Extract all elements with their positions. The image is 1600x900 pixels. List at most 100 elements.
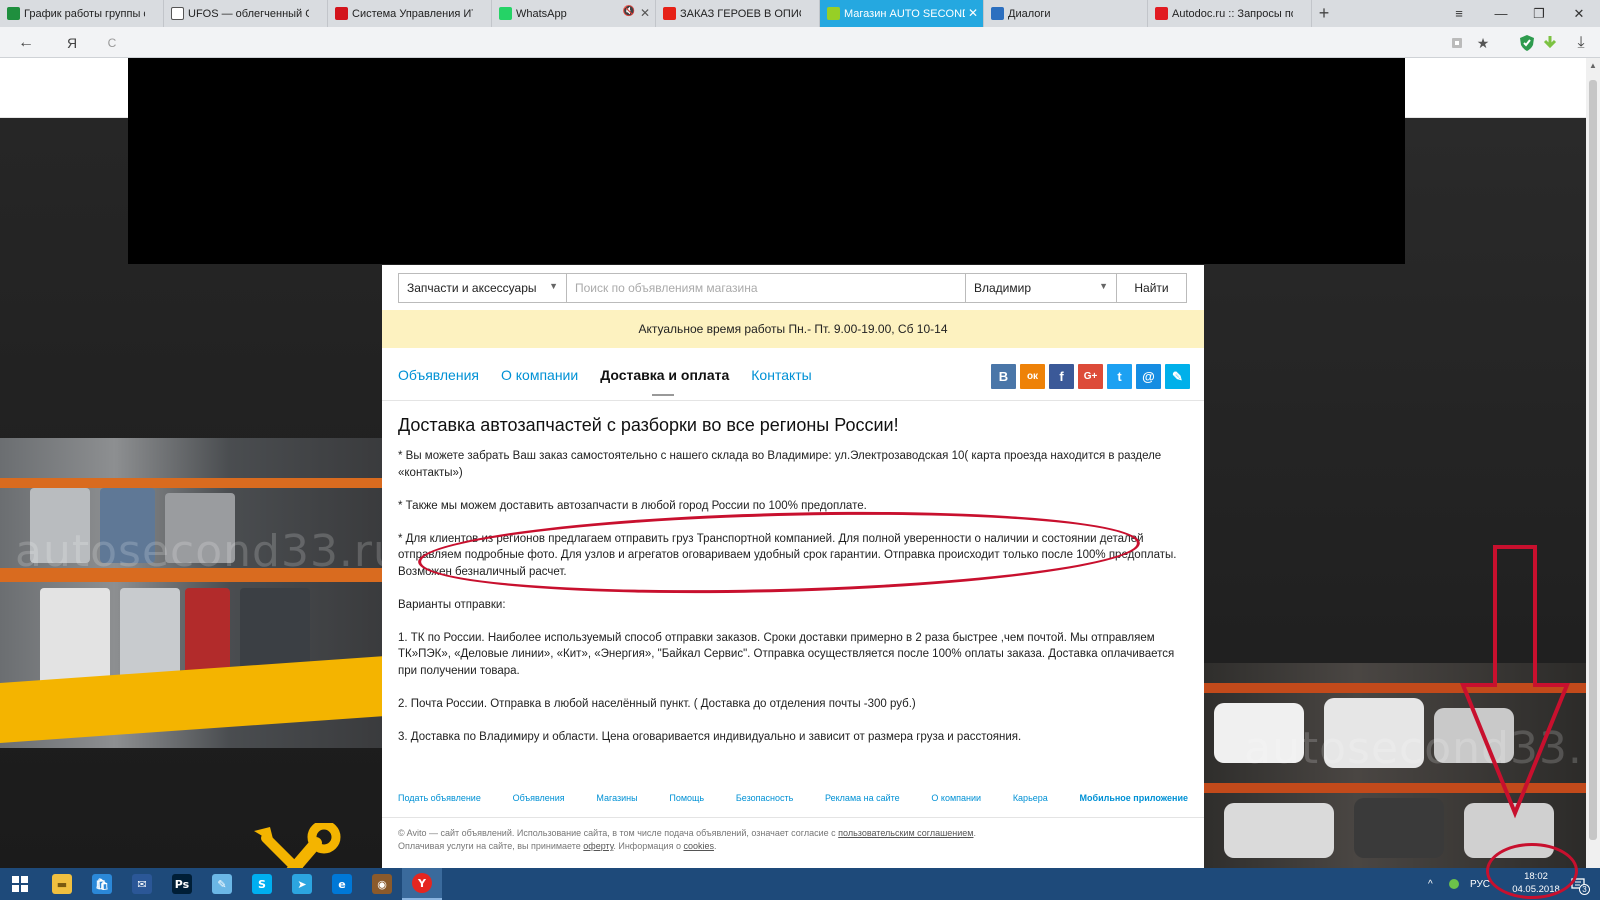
web-page: autosecond33.ru autosecond33.ru Запчасти… xyxy=(0,58,1586,868)
odnoklassniki-icon[interactable]: ок xyxy=(1020,364,1045,389)
browser-tab[interactable]: Диалоги xyxy=(984,0,1148,27)
footer-divider xyxy=(382,817,1204,818)
bookmark-star-icon[interactable]: ★ xyxy=(1473,32,1493,54)
footer-link[interactable]: Карьера xyxy=(1013,793,1048,803)
taskbar-app-button[interactable]: ✎ xyxy=(202,868,242,900)
browser-tab[interactable]: WhatsApp 🔇 ✕ xyxy=(492,0,656,27)
browser-tab[interactable]: График работы группы со xyxy=(0,0,164,27)
downloads-icon[interactable]: ⤓ xyxy=(1570,32,1592,54)
footer-link[interactable]: Мобильное приложение xyxy=(1080,793,1188,803)
footer-link[interactable]: Магазины xyxy=(596,793,637,803)
shop-tab-3[interactable]: Контакты xyxy=(751,367,811,383)
cookies-link[interactable]: cookies xyxy=(683,841,714,851)
protect-icon[interactable] xyxy=(1447,32,1467,54)
start-button[interactable] xyxy=(0,868,40,900)
nav-divider xyxy=(382,400,1204,401)
tab-label: UFOS — облегченный Outl xyxy=(188,7,309,20)
scroll-up-icon[interactable]: ▲ xyxy=(1588,61,1598,71)
browser-tab-bar: График работы группы со UFOS — облегченны… xyxy=(0,0,1600,27)
redacted-banner xyxy=(128,58,1405,264)
user-agreement-link[interactable]: пользовательским соглашением xyxy=(838,828,973,838)
taskbar-app-button[interactable]: ➤ xyxy=(282,868,322,900)
footer-link[interactable]: Подать объявление xyxy=(398,793,481,803)
browser-tab[interactable]: Система Управления ИТ xyxy=(328,0,492,27)
autodoc-icon xyxy=(1155,7,1168,20)
avito-icon xyxy=(827,7,840,20)
footer-link[interactable]: Помощь xyxy=(669,793,704,803)
shop-content-panel: Запчасти и аксессуары ▼ Владимир ▼ Найти… xyxy=(382,265,1204,868)
new-tab-button[interactable]: + xyxy=(1312,0,1336,27)
footer-link[interactable]: Реклама на сайте xyxy=(825,793,900,803)
windows-taskbar: ^ РУС 18:02 04.05.2018 3 ▬ 🛍 ✉ Ps ✎ S ➤ e ◉ Y xyxy=(0,868,1600,900)
close-window-button[interactable]: ✕ xyxy=(1560,0,1598,27)
action-center-icon[interactable]: 3 xyxy=(1567,874,1590,895)
network-icon[interactable] xyxy=(1448,868,1460,900)
tab-mute-icon[interactable]: 🔇 xyxy=(623,6,635,17)
google-plus-icon[interactable]: G+ xyxy=(1078,364,1103,389)
browser-menu-button[interactable]: ≡ xyxy=(1440,0,1478,27)
shop-tab-1[interactable]: О компании xyxy=(501,367,578,383)
watermark-left: autosecond33.ru xyxy=(15,526,382,577)
city-select[interactable]: Владимир ▼ xyxy=(966,274,1116,302)
yandex-logo-button[interactable]: Я xyxy=(60,32,84,54)
shop-tab-0[interactable]: Объявления xyxy=(398,367,479,383)
footer-link[interactable]: Объявления xyxy=(513,793,565,803)
browser-tab[interactable]: Магазин AUTO SECOND ✕ xyxy=(820,0,984,27)
back-button[interactable]: ← xyxy=(14,32,38,54)
footer-link[interactable]: Безопасность xyxy=(736,793,793,803)
taskbar-app-button[interactable]: e xyxy=(322,868,362,900)
document-icon xyxy=(171,7,184,20)
tray-chevron-icon[interactable]: ^ xyxy=(1428,868,1433,900)
tab-label: Диалоги xyxy=(1008,7,1051,20)
browser-tab[interactable]: Autodoc.ru :: Запросы по VI xyxy=(1148,0,1312,27)
find-button[interactable]: Найти xyxy=(1116,274,1186,302)
taskbar-app-button[interactable]: ◉ xyxy=(362,868,402,900)
social-share-buttons: Вок f G+ t @ ✎ xyxy=(987,364,1190,389)
reload-icon[interactable]: C xyxy=(100,32,124,54)
sheets-icon xyxy=(7,7,20,20)
yandex-browser-icon: Y xyxy=(412,873,432,893)
shop-nav: Объявления О компании Доставка и оплата Кон… xyxy=(398,363,834,396)
mail-ru-icon[interactable]: @ xyxy=(1136,364,1161,389)
legal-text: © Avito — сайт объявлений. Использование… xyxy=(398,828,839,838)
scrollbar-thumb[interactable] xyxy=(1589,80,1597,840)
browser-tab[interactable]: ЗАКАЗ ГЕРОЕВ В ОПИСАНИ xyxy=(656,0,820,27)
twitter-icon[interactable]: t xyxy=(1107,364,1132,389)
browser-tab[interactable]: UFOS — облегченный Outl xyxy=(164,0,328,27)
search-input[interactable] xyxy=(567,274,966,302)
tab-close-icon[interactable]: ✕ xyxy=(640,6,650,20)
restore-button[interactable]: ❐ xyxy=(1520,0,1558,27)
shop-tab-2[interactable]: Доставка и оплата xyxy=(600,367,729,396)
photoshop-icon: Ps xyxy=(172,874,192,894)
article-paragraph: 2. Почта России. Отправка в любой населё… xyxy=(398,697,916,710)
category-select[interactable]: Запчасти и аксессуары ▼ xyxy=(399,274,567,302)
taskbar-app-button[interactable]: ✉ xyxy=(122,868,162,900)
tab-label: Autodoc.ru :: Запросы по VI xyxy=(1172,7,1293,20)
footer-link[interactable]: О компании xyxy=(931,793,981,803)
tab-close-icon[interactable]: ✕ xyxy=(968,6,978,20)
article-paragraph: 1. ТК по России. Наиболее используемый с… xyxy=(398,631,1175,677)
taskbar-app-button[interactable]: Y xyxy=(402,868,442,900)
taskbar-app-button[interactable]: Ps xyxy=(162,868,202,900)
system-clock[interactable]: 18:02 04.05.2018 xyxy=(1506,870,1566,898)
minimize-button[interactable]: — xyxy=(1482,0,1520,27)
download-extension-icon[interactable] xyxy=(1538,32,1562,54)
adblock-extension-icon[interactable] xyxy=(1515,32,1539,54)
facebook-icon[interactable]: f xyxy=(1049,364,1074,389)
livejournal-icon[interactable]: ✎ xyxy=(1165,364,1190,389)
tab-label: Магазин AUTO SECOND xyxy=(844,7,965,20)
tab-label: График работы группы со xyxy=(24,7,145,20)
app-icon: ◉ xyxy=(372,874,392,894)
shop-search-bar: Запчасти и аксессуары ▼ Владимир ▼ Найти xyxy=(398,273,1187,303)
taskbar-app-button[interactable]: 🛍 xyxy=(82,868,122,900)
footer-links: Подать объявление Объявления Магазины Помощ… xyxy=(398,793,1188,803)
article-paragraph: * Для клиентов из регионов предлагаем от… xyxy=(398,532,1177,578)
taskbar-app-button[interactable]: S xyxy=(242,868,282,900)
language-indicator[interactable]: РУС xyxy=(1470,868,1490,900)
vk-icon[interactable]: В xyxy=(991,364,1016,389)
taskbar-app-button[interactable]: ▬ xyxy=(42,868,82,900)
offer-link[interactable]: оферту xyxy=(583,841,613,851)
windows-logo-icon xyxy=(12,876,28,892)
delivery-article: Доставка автозапчастей с разборки во все… xyxy=(398,415,1188,762)
page-scrollbar[interactable]: ▲ xyxy=(1586,58,1600,868)
